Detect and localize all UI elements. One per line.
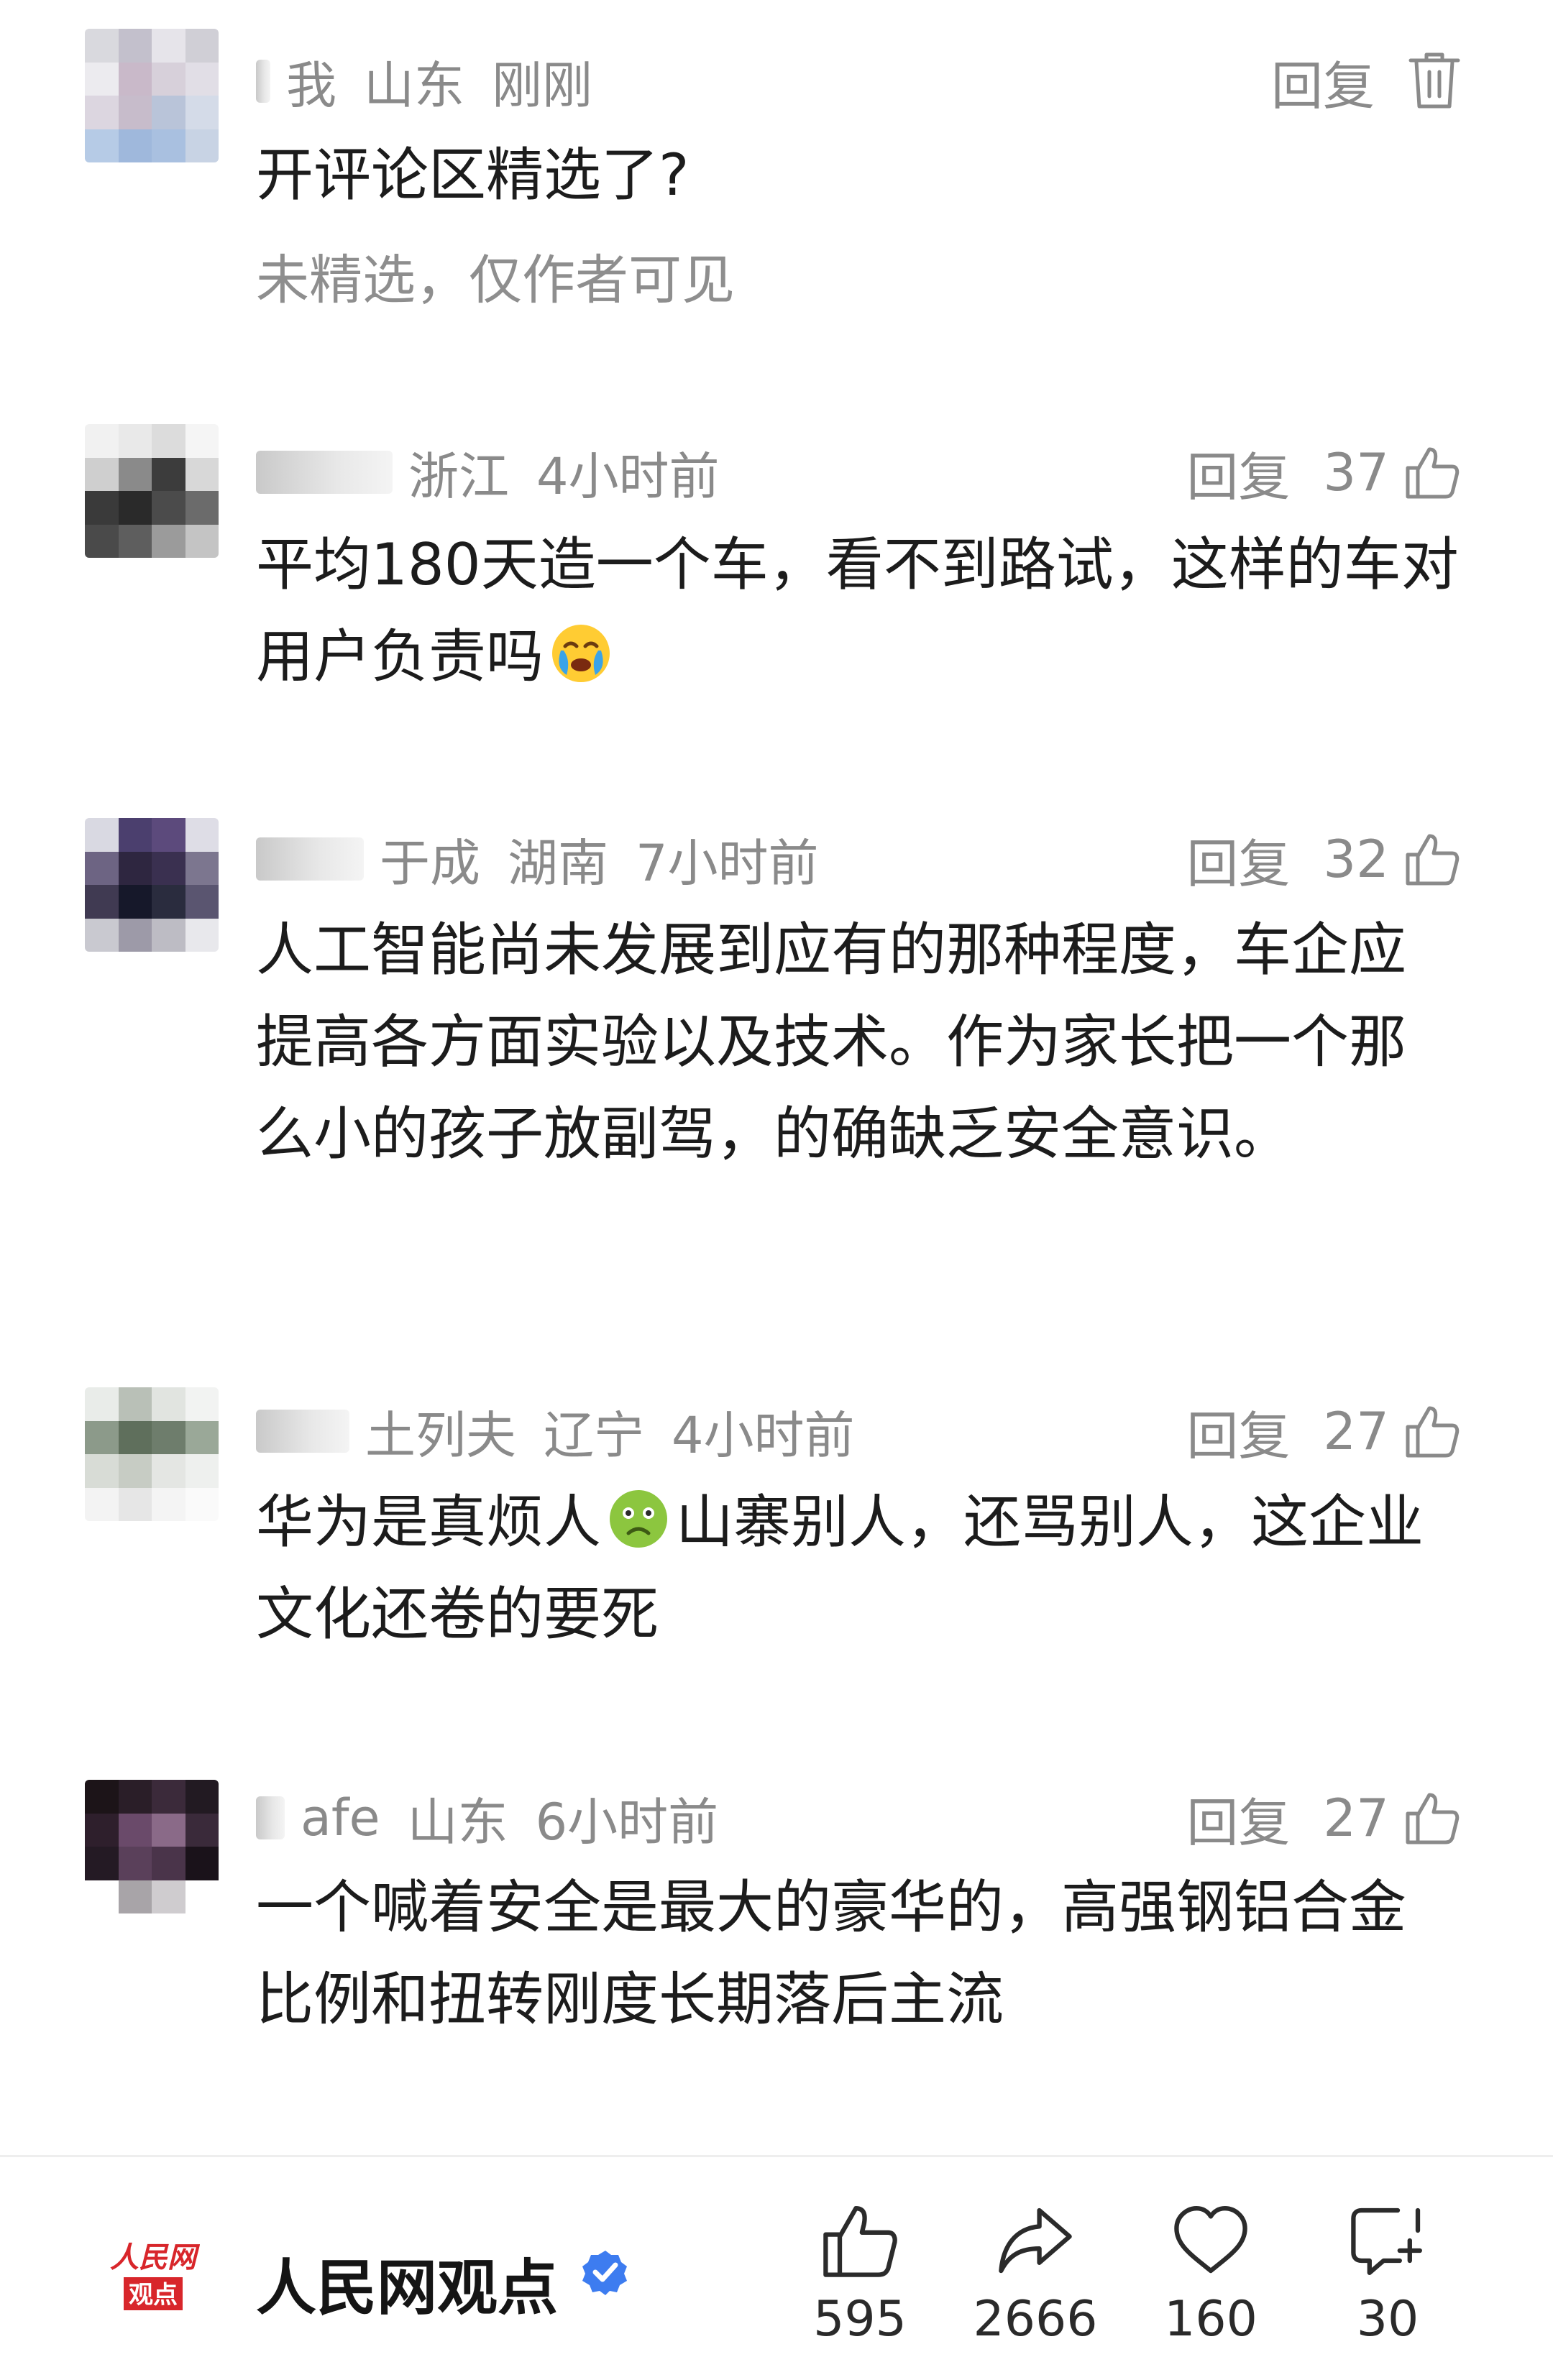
timestamp: 6小时前 (535, 1792, 719, 1852)
nauseated-face-emoji (610, 1490, 667, 1548)
location: 山东 (364, 55, 464, 115)
like-count: 37 (1323, 442, 1389, 502)
comment-actions: 回复 37 (1186, 440, 1461, 507)
reply-button[interactable]: 回复 (1186, 822, 1290, 897)
comment-meta: 浙江 4小时前 (256, 440, 720, 506)
avatar[interactable] (85, 1387, 219, 1521)
favorite-count: 160 (1164, 2291, 1257, 2348)
verified-badge-icon (582, 2251, 627, 2295)
avatar[interactable] (85, 1780, 219, 1913)
username[interactable]: afe (301, 1788, 380, 1847)
like-button[interactable]: 27 (1323, 1401, 1461, 1461)
svg-text:人民网: 人民网 (110, 2241, 200, 2274)
timestamp: 7小时前 (636, 833, 819, 893)
comment-actions: 回复 27 (1186, 1399, 1461, 1466)
like-button[interactable]: 27 (1323, 1788, 1461, 1848)
comment-actions: 回复 32 (1186, 827, 1461, 894)
username[interactable]: 于成 (380, 823, 480, 896)
timestamp: 4小时前 (536, 446, 720, 506)
thumbs-up-icon (1403, 1789, 1461, 1847)
crying-face-emoji (552, 625, 610, 682)
comment-meta: 于成 湖南 7小时前 (256, 827, 819, 893)
comment-text: 人工智能尚未发展到应有的那种程度，车企应提高各方面实验以及技术。作为家长把一个那… (256, 916, 1406, 1167)
reply-button[interactable]: 回复 (1186, 435, 1290, 510)
comment-text: 平均180天造一个车，看不到路试，这样的车对用户负责吗 (256, 519, 1478, 703)
bottom-action-bar: 人民网 观点 人民网观点 595 2666 160 30 (0, 2157, 1553, 2380)
comment-actions: 回复 (1271, 49, 1461, 116)
share-button[interactable]: 2666 (963, 2200, 1107, 2348)
thumbs-up-icon (1403, 830, 1461, 888)
avatar[interactable] (85, 818, 219, 952)
trash-icon[interactable] (1408, 52, 1461, 111)
comment-button[interactable]: 30 (1316, 2200, 1460, 2348)
location: 湖南 (508, 833, 608, 893)
comment-meta: afe 山东 6小时前 (256, 1786, 718, 1852)
like-count: 595 (813, 2291, 907, 2348)
like-count: 27 (1323, 1401, 1389, 1461)
thumbs-up-icon (1403, 444, 1461, 501)
share-count: 2666 (973, 2291, 1098, 2348)
svg-text:观点: 观点 (129, 2282, 178, 2309)
comment-text: 一个喊着安全是最大的豪华的，高强钢铝合金比例和扭转刚度长期落后主流 (256, 1874, 1406, 2033)
timestamp: 刚刚 (492, 55, 592, 115)
comment-text-part: 平均180天造一个车，看不到路试，这样的车对用户负责吗 (256, 531, 1459, 690)
favorite-button[interactable]: 160 (1139, 2200, 1283, 2348)
like-button[interactable]: 37 (1323, 442, 1461, 502)
like-post-button[interactable]: 595 (788, 2200, 932, 2348)
reply-button[interactable]: 回复 (1186, 1781, 1290, 1856)
comment-actions: 回复 27 (1186, 1786, 1461, 1853)
location: 辽宁 (544, 1405, 644, 1465)
add-comment-icon (1316, 2200, 1460, 2281)
like-count: 27 (1323, 1788, 1389, 1848)
moderation-note: 未精选，仅作者可见 (256, 249, 735, 311)
comment-count: 30 (1356, 2291, 1419, 2348)
username[interactable]: 土列夫 (365, 1395, 516, 1468)
like-count: 32 (1323, 829, 1389, 889)
comment-text-part: 华为是真烦人 (256, 1489, 601, 1556)
comment-text: 开评论区精选了? (256, 142, 690, 208)
avatar[interactable] (85, 29, 219, 162)
thumbs-up-icon (788, 2200, 932, 2281)
like-button[interactable]: 32 (1323, 829, 1461, 889)
comment-meta: 我 山东 刚刚 (256, 49, 592, 115)
comment-text: 华为是真烦人 山寨别人，还骂别人，这企业文化还卷的要死 (256, 1476, 1449, 1660)
timestamp: 4小时前 (672, 1405, 855, 1465)
account-name[interactable]: 人民网观点 (256, 2240, 558, 2327)
location: 浙江 (408, 446, 509, 506)
share-arrow-icon (963, 2200, 1107, 2281)
comment-meta: 土列夫 辽宁 4小时前 (256, 1399, 855, 1465)
heart-icon (1139, 2200, 1283, 2281)
thumbs-up-icon (1403, 1402, 1461, 1460)
redacted-username[interactable] (256, 451, 393, 494)
avatar[interactable] (85, 424, 219, 558)
reply-button[interactable]: 回复 (1271, 44, 1375, 119)
reply-button[interactable]: 回复 (1186, 1394, 1290, 1469)
location: 山东 (407, 1792, 508, 1852)
username[interactable]: 我 (286, 45, 336, 118)
account-logo[interactable]: 人民网 观点 (106, 2233, 200, 2319)
